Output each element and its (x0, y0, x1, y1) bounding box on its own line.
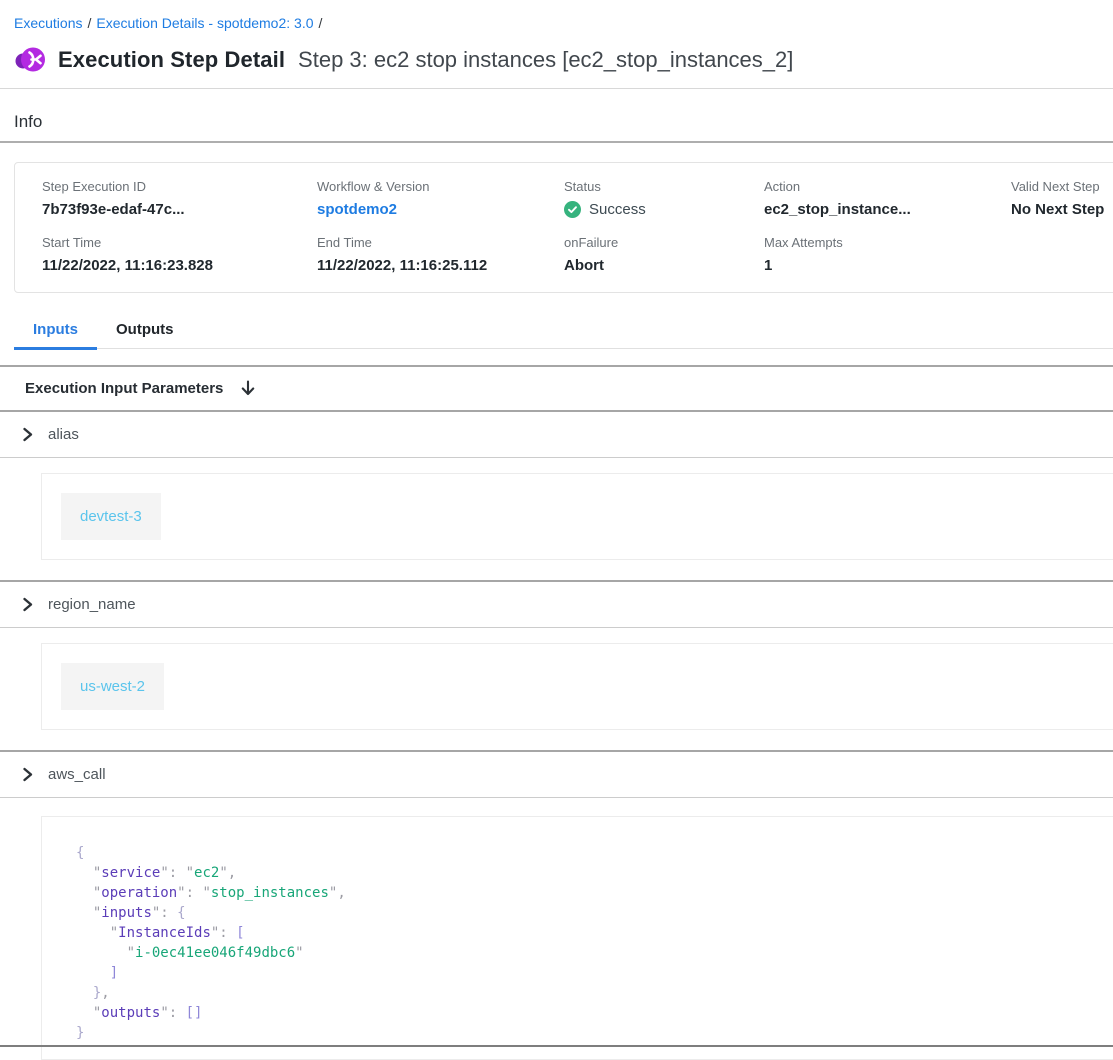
field-value: 11/22/2022, 11:16:23.828 (42, 257, 317, 274)
section-label: alias (48, 426, 79, 443)
chevron-right-icon[interactable] (20, 597, 35, 612)
section-row-alias[interactable]: alias (0, 412, 1113, 457)
field-status: Status Success (564, 179, 764, 218)
breadcrumb: Executions / Execution Details - spotdemo2… (0, 0, 1113, 31)
breadcrumb-link-execution-details[interactable]: Execution Details - spotdemo2: 3.0 (96, 15, 313, 31)
breadcrumb-separator: / (87, 15, 91, 31)
alias-value-chip: devtest-3 (61, 493, 161, 540)
field-label: End Time (317, 235, 564, 250)
field-action: Action ec2_stop_instance... (764, 179, 1011, 218)
field-start-time: Start Time 11/22/2022, 11:16:23.828 (42, 235, 317, 274)
aws-call-json-code: { "service": "ec2", "operation": "stop_i… (76, 843, 1094, 1043)
workflow-link[interactable]: spotdemo2 (317, 201, 564, 218)
field-label: Start Time (42, 235, 317, 250)
chevron-right-icon[interactable] (20, 767, 35, 782)
status-badge: Success (564, 201, 764, 218)
tab-outputs[interactable]: Outputs (97, 317, 193, 350)
success-check-icon (564, 201, 581, 218)
section-divider (0, 627, 1113, 628)
field-value: 7b73f93e-edaf-47c... (42, 201, 317, 218)
header-divider (0, 88, 1113, 89)
field-value: 1 (764, 257, 1011, 274)
field-valid-next-step: Valid Next Step No Next Step (1011, 179, 1113, 218)
field-label: Valid Next Step (1011, 179, 1113, 194)
chevron-right-icon[interactable] (20, 427, 35, 442)
breadcrumb-separator: / (319, 15, 323, 31)
section-divider (0, 457, 1113, 458)
info-divider (0, 141, 1113, 143)
app-logo-icon (14, 44, 45, 75)
field-onfailure: onFailure Abort (564, 235, 764, 274)
info-section-heading: Info (14, 112, 1113, 132)
field-label: Status (564, 179, 764, 194)
arrow-down-icon[interactable] (239, 379, 257, 397)
page-header: Execution Step Detail Step 3: ec2 stop i… (14, 44, 1113, 75)
field-label: Step Execution ID (42, 179, 317, 194)
section-label: aws_call (48, 766, 106, 783)
field-end-time: End Time 11/22/2022, 11:16:25.112 (317, 235, 564, 274)
field-value: ec2_stop_instance... (764, 201, 1011, 218)
page-title: Execution Step Detail (58, 47, 285, 73)
field-label: Max Attempts (764, 235, 1011, 250)
section-row-region-name[interactable]: region_name (0, 582, 1113, 627)
field-workflow-version: Workflow & Version spotdemo2 (317, 179, 564, 218)
region-name-value-chip: us-west-2 (61, 663, 164, 710)
field-label: onFailure (564, 235, 764, 250)
field-max-attempts: Max Attempts 1 (764, 235, 1011, 274)
page-subtitle: Step 3: ec2 stop instances [ec2_stop_ins… (298, 47, 793, 73)
aws-call-code-panel: { "service": "ec2", "operation": "stop_i… (41, 816, 1113, 1060)
execution-input-parameters-header: Execution Input Parameters (0, 367, 1113, 410)
field-value: 11/22/2022, 11:16:25.112 (317, 257, 564, 274)
status-text: Success (589, 201, 646, 218)
field-step-execution-id: Step Execution ID 7b73f93e-edaf-47c... (42, 179, 317, 218)
field-label: Action (764, 179, 1011, 194)
field-value: Abort (564, 257, 764, 274)
section-row-aws-call[interactable]: aws_call (0, 752, 1113, 797)
section-label: region_name (48, 596, 136, 613)
breadcrumb-link-executions[interactable]: Executions (14, 15, 82, 31)
params-heading: Execution Input Parameters (25, 380, 223, 397)
field-label: Workflow & Version (317, 179, 564, 194)
tab-bar: Inputs Outputs (14, 317, 1113, 349)
info-card: Step Execution ID 7b73f93e-edaf-47c... W… (14, 162, 1113, 293)
alias-value-panel: devtest-3 (41, 473, 1113, 560)
field-value: No Next Step (1011, 201, 1113, 218)
section-divider (0, 797, 1113, 798)
tab-inputs[interactable]: Inputs (14, 317, 97, 350)
region-name-value-panel: us-west-2 (41, 643, 1113, 730)
